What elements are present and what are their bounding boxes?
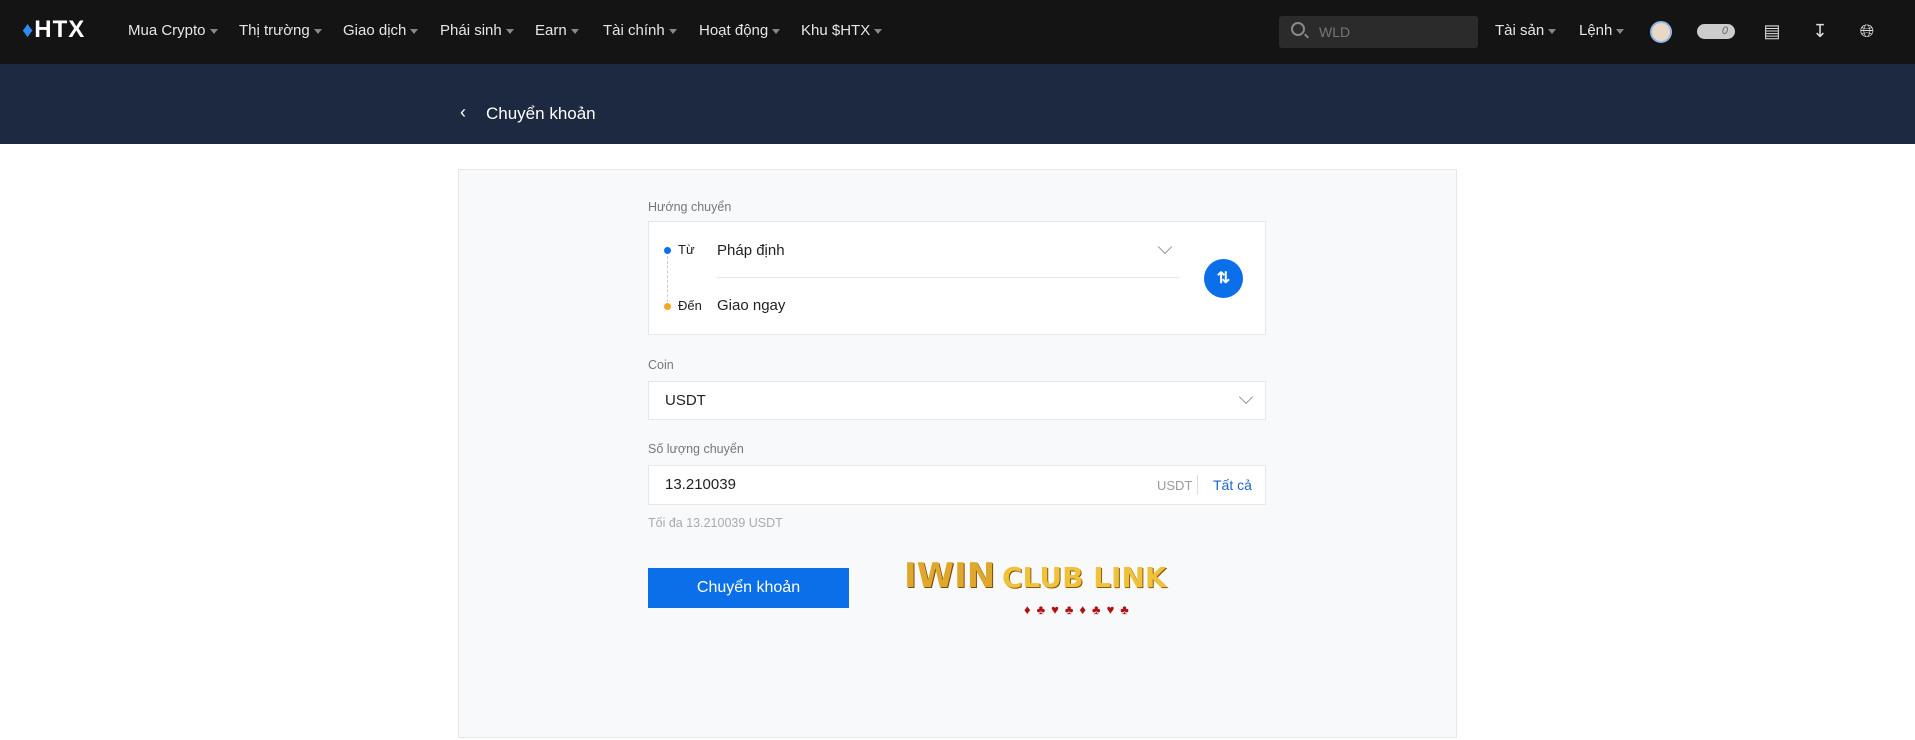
caret-down-icon (313, 28, 322, 34)
download-app-icon[interactable]: ↧ (1809, 20, 1831, 42)
page-title: Chuyển khoản (486, 104, 596, 123)
top-nav: ♦HTX Mua Crypto Thị trường Giao dịch Phá… (0, 0, 1915, 64)
divider (1197, 475, 1198, 495)
nav-hoat-dong[interactable]: Hoạt động (699, 22, 781, 39)
transfer-submit-button[interactable]: Chuyển khoản (648, 568, 849, 608)
nav-giao-dich[interactable]: Giao dịch (343, 22, 419, 39)
htx-logo[interactable]: ♦HTX (22, 16, 85, 44)
nav-tai-chinh[interactable]: Tài chính (603, 22, 677, 39)
caret-down-icon (410, 28, 419, 34)
chevron-down-icon (1238, 389, 1254, 405)
caret-down-icon (668, 28, 677, 34)
from-dot-icon (664, 247, 671, 254)
avatar[interactable] (1650, 21, 1672, 43)
caret-down-icon (1548, 28, 1557, 34)
caret-down-icon (570, 28, 579, 34)
caret-down-icon (874, 28, 883, 34)
coin-select[interactable]: USDT (648, 381, 1266, 420)
back-arrow-icon[interactable]: ‹ (460, 102, 466, 123)
all-button[interactable]: Tất cả (1213, 477, 1252, 493)
amount-input[interactable]: 13.210039 (665, 476, 736, 493)
amount-unit: USDT (1157, 478, 1193, 493)
language-globe-icon[interactable]: 🌐︎ (1856, 20, 1878, 42)
max-hint: Tối đa 13.210039 USDT (648, 516, 783, 530)
to-dot-icon (664, 303, 671, 310)
caret-down-icon (1616, 28, 1625, 34)
nav-orders[interactable]: Lệnh (1579, 22, 1625, 39)
swap-direction-button[interactable]: ⇅ (1204, 259, 1243, 298)
chevron-down-icon (1157, 239, 1173, 255)
caret-down-icon (209, 28, 218, 34)
search-icon (1291, 22, 1305, 36)
to-value: Giao ngay (717, 297, 786, 314)
coin-label: Coin (648, 358, 674, 372)
toggle-badge[interactable]: 0 (1697, 24, 1735, 39)
page-header (0, 64, 1915, 144)
nav-thi-truong[interactable]: Thị trường (239, 22, 322, 39)
to-label: Đến (678, 298, 702, 313)
search-box[interactable] (1279, 16, 1478, 48)
from-label: Từ (678, 242, 695, 257)
from-select[interactable]: Pháp định (717, 230, 1179, 278)
nav-earn[interactable]: Earn (535, 22, 579, 39)
nav-assets[interactable]: Tài sản (1495, 22, 1557, 39)
caret-down-icon (505, 28, 514, 34)
watermark-logo: IWIN CLUB LINK ♦♣♥♣♦♣♥♣ (904, 556, 1167, 617)
search-input[interactable] (1319, 16, 1469, 48)
orders-note-icon[interactable]: ▤ (1761, 20, 1783, 42)
nav-phai-sinh[interactable]: Phái sinh (440, 22, 514, 39)
caret-down-icon (772, 28, 781, 34)
amount-field[interactable]: 13.210039 USDT Tất cả (648, 465, 1266, 505)
amount-label: Số lượng chuyển (648, 442, 744, 456)
flame-icon: ♦ (22, 17, 35, 42)
nav-mua-crypto[interactable]: Mua Crypto (128, 22, 218, 39)
nav-khu-htx[interactable]: Khu $HTX (801, 22, 883, 39)
direction-label: Hướng chuyển (648, 200, 732, 214)
connector-line (667, 256, 668, 302)
